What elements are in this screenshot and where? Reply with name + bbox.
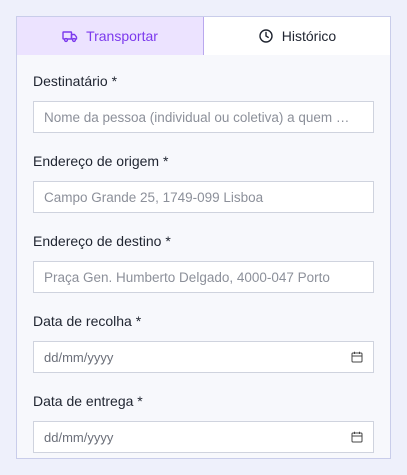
- pickup-date-input[interactable]: dd/mm/yyyy: [33, 341, 374, 373]
- tab-historico-label: Histórico: [281, 28, 337, 44]
- pickup-date-placeholder: dd/mm/yyyy: [44, 349, 114, 365]
- destination-label: Endereço de destino *: [33, 233, 171, 249]
- delivery-date-placeholder: dd/mm/yyyy: [44, 429, 114, 445]
- tab-bar: Transportar Histórico: [16, 16, 391, 56]
- calendar-icon[interactable]: [351, 431, 363, 443]
- tab-transportar[interactable]: Transportar: [17, 17, 204, 55]
- pickup-date-label: Data de recolha *: [33, 313, 142, 329]
- transport-form: Destinatário * Endereço de origem * Ende…: [16, 55, 391, 459]
- destination-input-box: [33, 261, 374, 293]
- tab-transportar-label: Transportar: [86, 28, 158, 44]
- calendar-icon[interactable]: [351, 351, 363, 363]
- truck-icon: [62, 28, 78, 44]
- recipient-input[interactable]: [44, 102, 363, 132]
- delivery-date-input[interactable]: dd/mm/yyyy: [33, 421, 374, 453]
- recipient-input-box: [33, 101, 374, 133]
- recipient-label: Destinatário *: [33, 73, 118, 89]
- destination-field-group: Endereço de destino *: [33, 233, 374, 293]
- origin-address-input[interactable]: [44, 182, 363, 212]
- destination-address-input[interactable]: [44, 262, 363, 292]
- recipient-field-group: Destinatário *: [33, 73, 374, 133]
- delivery-date-label: Data de entrega *: [33, 393, 143, 409]
- origin-field-group: Endereço de origem *: [33, 153, 374, 213]
- clock-icon: [258, 28, 274, 44]
- delivery-date-field-group: Data de entrega * dd/mm/yyyy: [33, 393, 374, 453]
- pickup-date-field-group: Data de recolha * dd/mm/yyyy: [33, 313, 374, 373]
- origin-input-box: [33, 181, 374, 213]
- tab-historico[interactable]: Histórico: [204, 17, 390, 55]
- origin-label: Endereço de origem *: [33, 153, 169, 169]
